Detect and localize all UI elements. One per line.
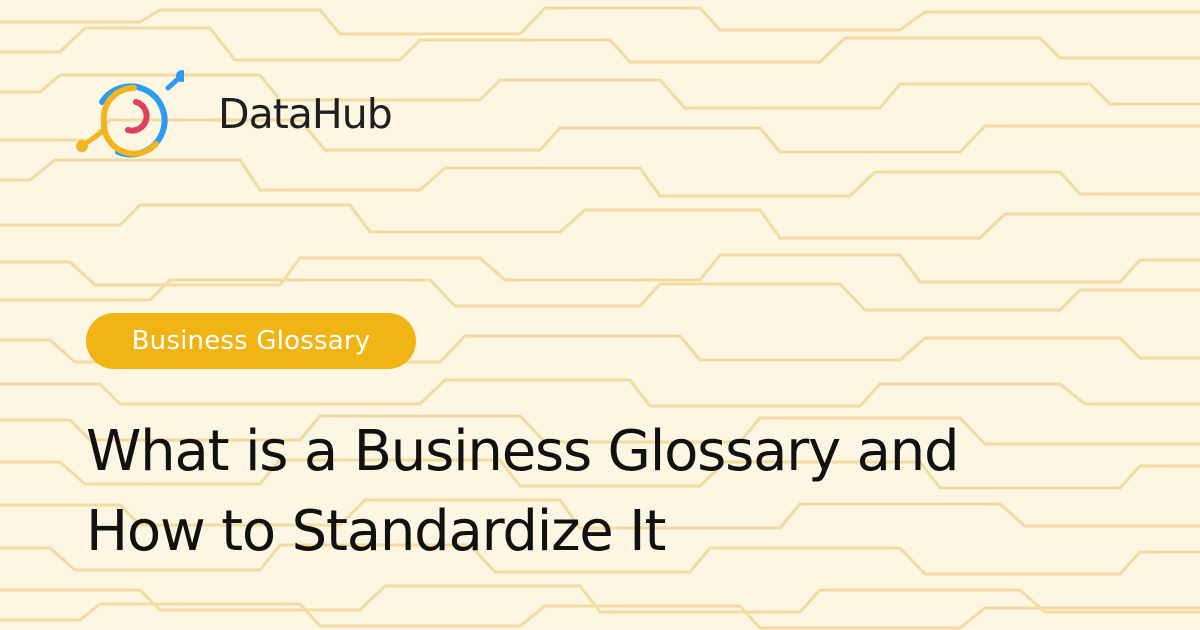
article-title: What is a Business Glossary and How to S…: [86, 412, 1146, 572]
article-title-line-2: How to Standardize It: [86, 499, 666, 564]
article-title-line-1: What is a Business Glossary and: [86, 419, 960, 484]
category-tag[interactable]: Business Glossary: [86, 313, 416, 369]
brand-name: DataHub: [218, 90, 393, 138]
category-tag-label: Business Glossary: [131, 326, 371, 356]
brand: DataHub: [72, 62, 393, 166]
social-card: DataHub Business Glossary What is a Busi…: [0, 0, 1200, 630]
datahub-logo-icon: [76, 70, 184, 158]
